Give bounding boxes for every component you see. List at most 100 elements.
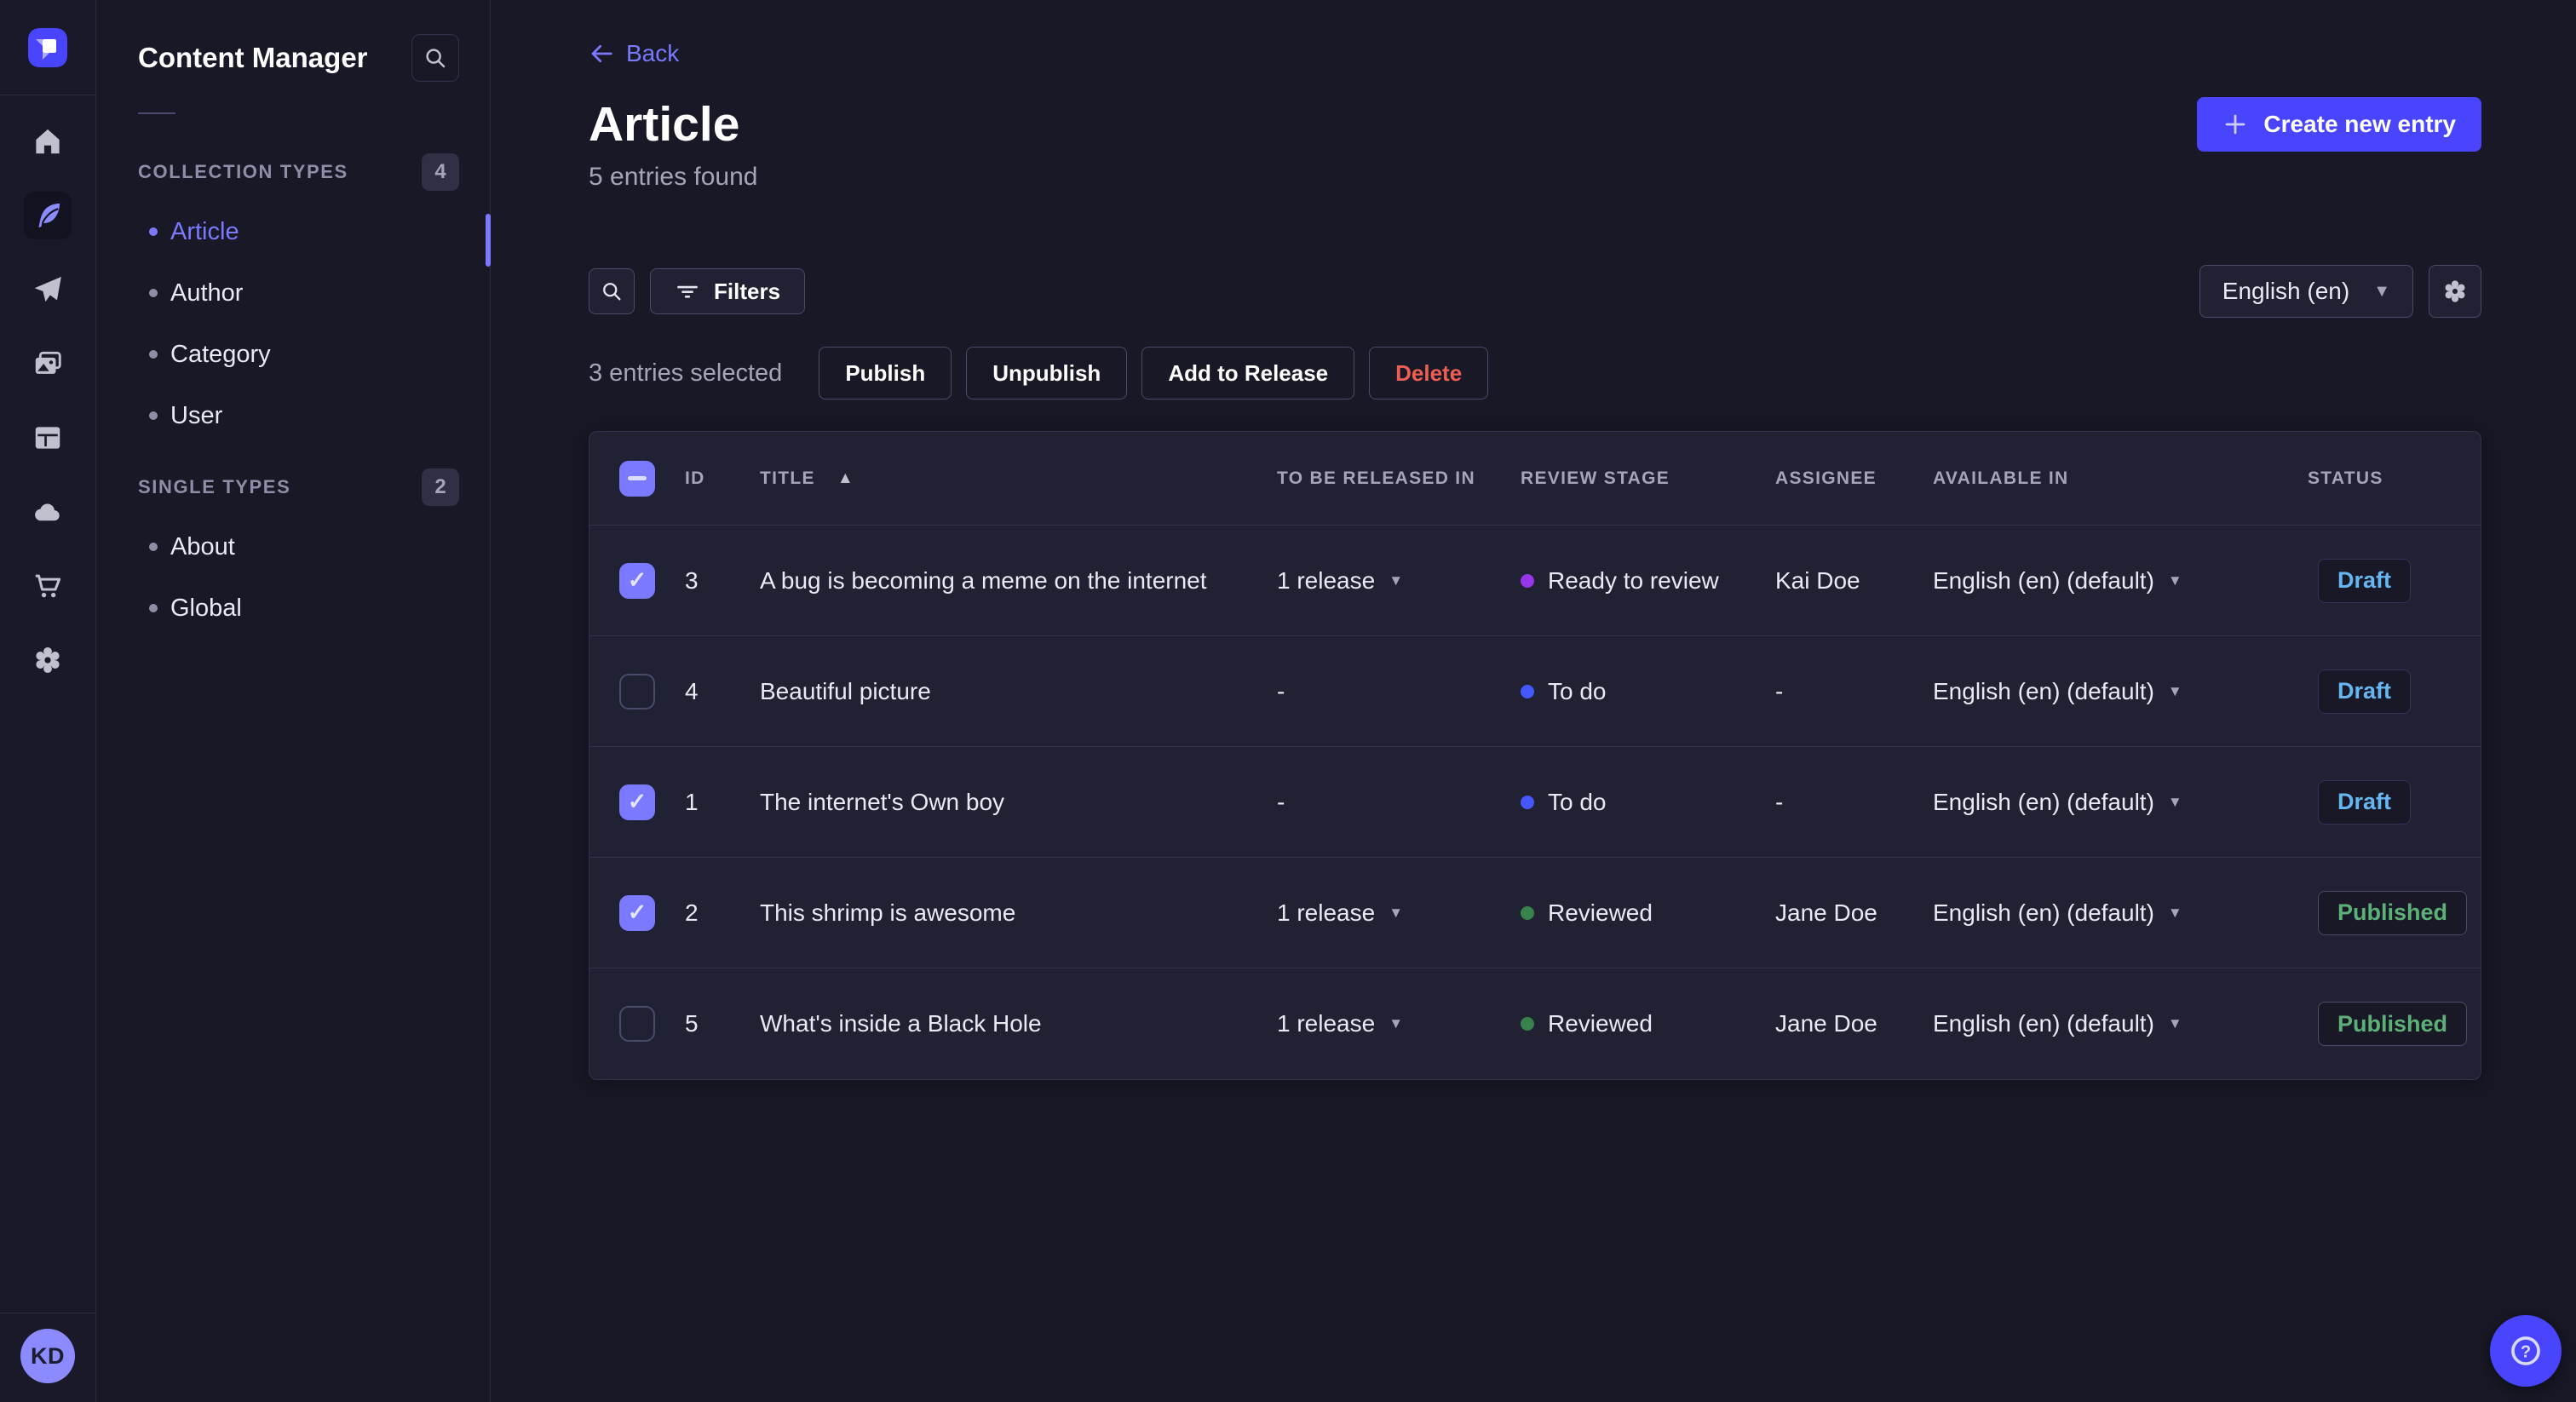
filter-icon [677, 285, 698, 298]
bullet-icon [149, 604, 158, 612]
locale-selected-value: English (en) [2222, 278, 2350, 304]
question-mark-icon: ? [2511, 1336, 2540, 1365]
locale-value: English (en) (default) [1933, 1010, 2154, 1037]
rail-item-content-manager[interactable] [24, 192, 72, 239]
row-checkbox[interactable] [619, 894, 655, 931]
strapi-logo-icon [36, 39, 56, 60]
sidebar-item-label: Category [170, 340, 271, 368]
sidebar-item-about[interactable]: About [138, 516, 459, 577]
sidebar-item-article[interactable]: Article [138, 201, 459, 262]
release-value: 1 release [1277, 566, 1376, 594]
rail-item-releases[interactable] [24, 266, 72, 313]
select-all-checkbox[interactable] [619, 460, 655, 497]
sidebar-divider [138, 112, 175, 114]
table-row[interactable]: 5 What's inside a Black Hole 1 release ▼… [589, 968, 2481, 1079]
table-row[interactable]: 3 A bug is becoming a meme on the intern… [589, 526, 2481, 636]
row-available-in[interactable]: English (en) (default) ▼ [1933, 899, 2308, 927]
status-badge: Draft [2318, 779, 2412, 825]
row-assignee: Jane Doe [1775, 899, 1877, 926]
sidebar-title: Content Manager [138, 42, 368, 73]
locale-value: English (en) (default) [1933, 788, 2154, 815]
arrow-left-icon [591, 44, 612, 63]
paper-plane-icon [34, 276, 61, 302]
column-header-review-stage: REVIEW STAGE [1521, 468, 1670, 488]
row-release-cell[interactable]: - ▼ [1277, 678, 1521, 705]
release-value: 1 release [1277, 1010, 1376, 1037]
row-available-in[interactable]: English (en) (default) ▼ [1933, 789, 2308, 816]
sidebar-item-category[interactable]: Category [138, 324, 459, 385]
bullet-icon [149, 543, 158, 551]
column-header-to-be-released-in: TO BE RELEASED IN [1277, 468, 1475, 488]
sidebar-item-global[interactable]: Global [138, 577, 459, 639]
bullet-icon [149, 227, 158, 236]
row-release-cell[interactable]: - ▼ [1277, 789, 1521, 816]
release-value: 1 release [1277, 899, 1376, 926]
sidebar-item-author[interactable]: Author [138, 262, 459, 324]
row-id: 1 [685, 788, 699, 815]
row-review-stage: To do [1521, 678, 1775, 705]
row-available-in[interactable]: English (en) (default) ▼ [1933, 1010, 2308, 1037]
rail-item-content-type-builder[interactable] [24, 414, 72, 462]
rail-item-media-library[interactable] [24, 340, 72, 388]
row-id: 5 [685, 1010, 699, 1037]
row-checkbox[interactable] [619, 784, 655, 820]
stage-label: Reviewed [1548, 1010, 1653, 1037]
toolbar: Filters English (en) ▼ [589, 265, 2481, 318]
caret-down-icon: ▼ [1389, 1015, 1404, 1031]
add-to-release-button[interactable]: Add to Release [1141, 347, 1355, 399]
unpublish-button[interactable]: Unpublish [966, 347, 1128, 399]
caret-down-icon: ▼ [2167, 904, 2182, 921]
locale-select[interactable]: English (en) ▼ [2199, 265, 2413, 318]
column-header-available-in: AVAILABLE IN [1933, 468, 2069, 488]
row-available-in[interactable]: English (en) (default) ▼ [1933, 678, 2308, 705]
sidebar-item-label: About [170, 532, 235, 560]
table-row[interactable]: 2 This shrimp is awesome 1 release ▼ Rev… [589, 858, 2481, 968]
cloud-icon [35, 503, 60, 521]
table-row[interactable]: 1 The internet's Own boy - ▼ To do - Eng… [589, 747, 2481, 858]
row-id: 4 [685, 677, 699, 704]
rail-item-home[interactable] [24, 118, 72, 165]
main-nav-rail: KD [0, 0, 96, 1402]
rail-item-deploy[interactable] [24, 488, 72, 536]
table-row[interactable]: 4 Beautiful picture - ▼ To do - English … [589, 636, 2481, 747]
delete-button[interactable]: Delete [1369, 347, 1489, 399]
stage-dot [1521, 905, 1534, 920]
sidebar-item-user[interactable]: User [138, 385, 459, 446]
row-checkbox[interactable] [619, 562, 655, 599]
caret-down-icon: ▼ [1389, 904, 1404, 921]
column-header-id[interactable]: ID [685, 468, 760, 489]
create-new-entry-button[interactable]: Create new entry [2197, 97, 2481, 152]
sidebar-search-button[interactable] [411, 34, 459, 82]
stage-label: Reviewed [1548, 899, 1653, 926]
sort-asc-icon[interactable]: ▲ [837, 469, 854, 488]
row-checkbox[interactable] [619, 673, 655, 710]
column-header-title[interactable]: TITLE ▲ [760, 468, 1277, 489]
row-release-cell[interactable]: 1 release ▼ [1277, 567, 1521, 595]
cart-icon [35, 574, 61, 598]
help-button[interactable]: ? [2490, 1315, 2562, 1387]
search-button[interactable] [589, 268, 635, 314]
publish-button[interactable]: Publish [819, 347, 952, 399]
row-review-stage: To do [1521, 789, 1775, 816]
status-badge: Draft [2318, 669, 2412, 714]
rail-item-settings[interactable] [24, 636, 72, 684]
list-settings-button[interactable] [2429, 265, 2481, 318]
collection-types-list: Article Author Category User [138, 201, 459, 446]
status-badge: Draft [2318, 558, 2412, 603]
caret-down-icon: ▼ [1389, 572, 1404, 589]
row-release-cell[interactable]: 1 release ▼ [1277, 1010, 1521, 1037]
back-link[interactable]: Back [589, 40, 679, 67]
row-release-cell[interactable]: 1 release ▼ [1277, 899, 1521, 927]
avatar[interactable]: KD [20, 1329, 75, 1383]
single-types-count: 2 [422, 468, 459, 506]
filters-button[interactable]: Filters [650, 268, 806, 314]
row-checkbox[interactable] [619, 1006, 655, 1042]
entries-table: ID TITLE ▲ TO BE RELEASED IN REVIEW STAG… [589, 431, 2481, 1080]
row-review-stage: Reviewed [1521, 899, 1775, 927]
rail-item-marketplace[interactable] [24, 562, 72, 610]
row-id: 3 [685, 566, 699, 594]
column-header-assignee: ASSIGNEE [1775, 468, 1877, 488]
row-available-in[interactable]: English (en) (default) ▼ [1933, 567, 2308, 595]
row-assignee: Jane Doe [1775, 1010, 1877, 1037]
strapi-logo[interactable] [28, 28, 67, 67]
